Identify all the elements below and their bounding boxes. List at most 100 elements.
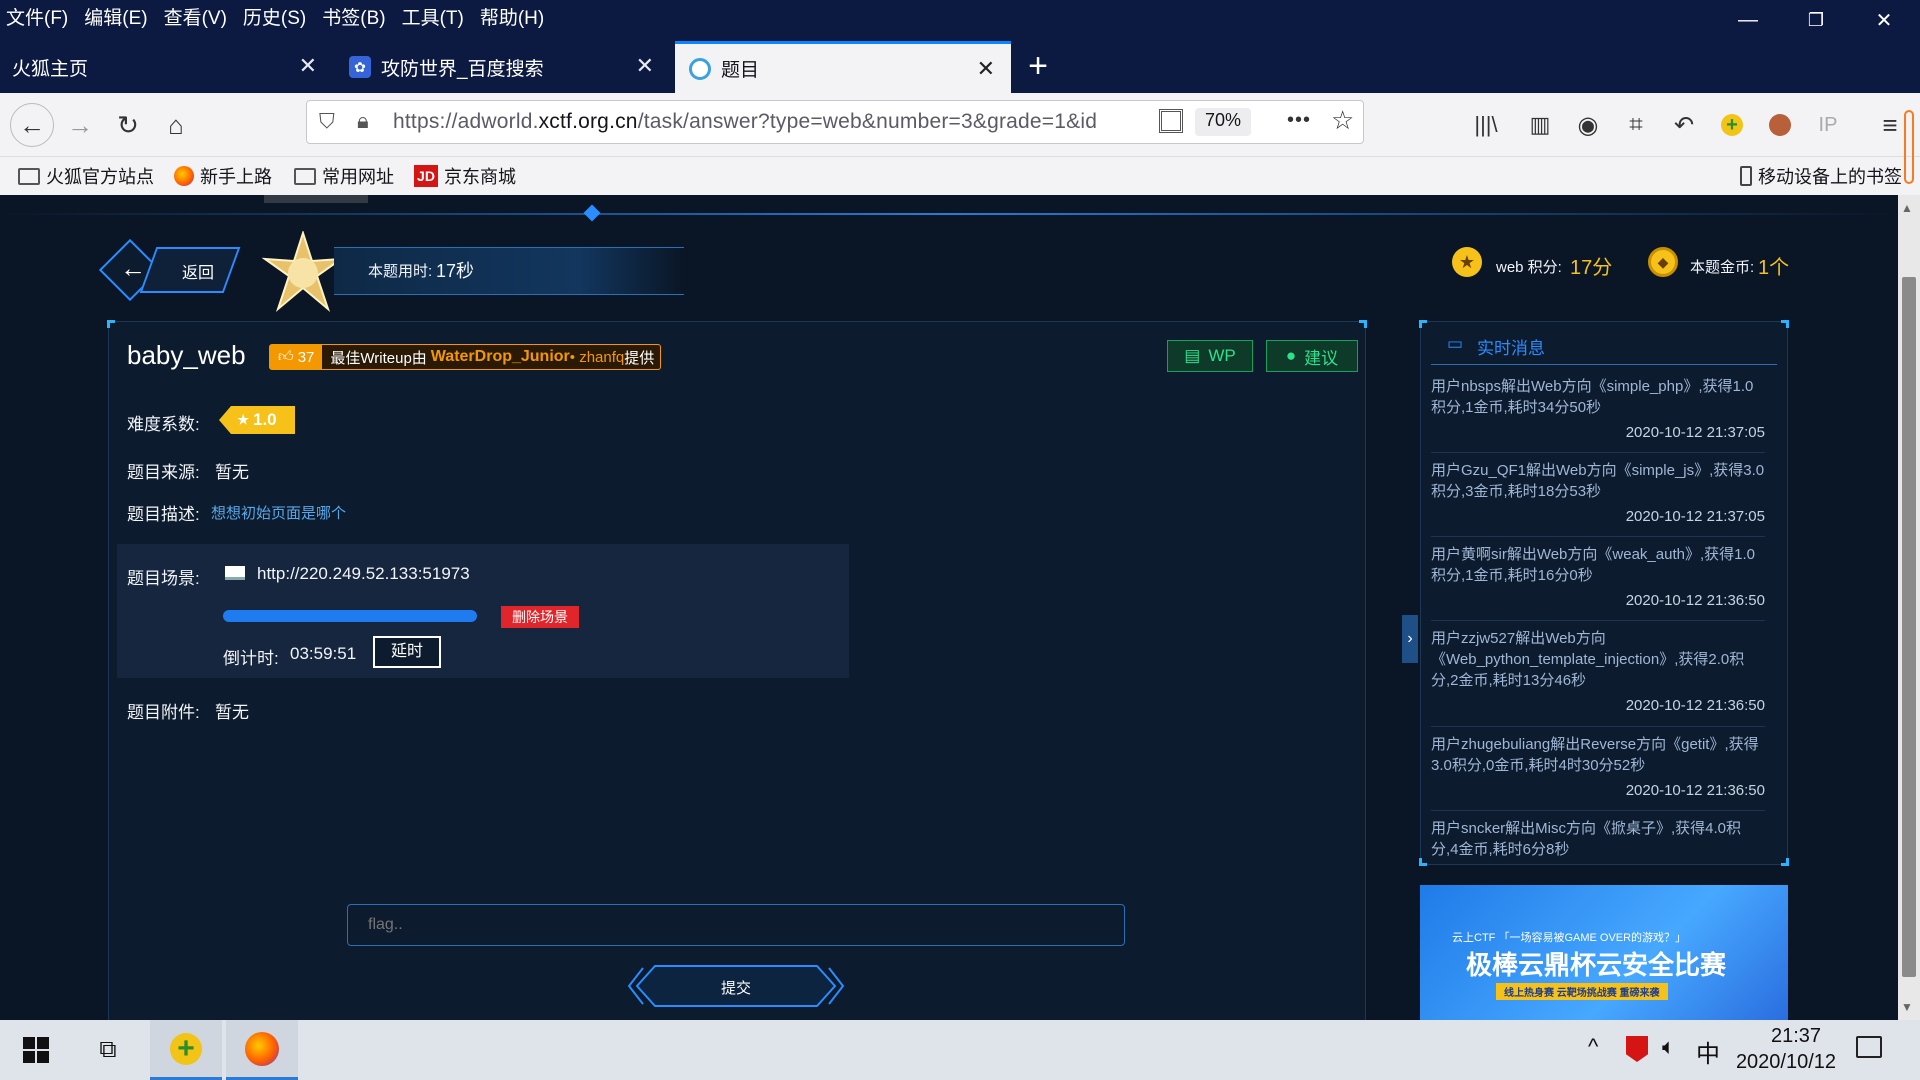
time-used-label: 本题用时: — [368, 263, 433, 280]
wp-button[interactable]: ▤ WP — [1167, 340, 1253, 372]
bookmark-folder-common[interactable]: 常用网址 — [294, 163, 394, 189]
lightbulb-icon: ● — [1285, 346, 1297, 365]
menu-history[interactable]: 历史(S) — [243, 3, 306, 30]
tab-task[interactable]: 题目 ✕ — [675, 41, 1011, 93]
qr-code-icon[interactable] — [1159, 109, 1183, 133]
folder-icon — [294, 167, 316, 185]
bookmark-getting-started[interactable]: 新手上路 — [174, 163, 272, 189]
writeup-author[interactable]: WaterDrop_Junior — [431, 348, 570, 366]
chat-bubble-icon: ▭ — [1447, 334, 1464, 353]
bookmark-label: 常用网址 — [322, 167, 394, 187]
bookmarks-toolbar: 火狐官方站点 新手上路 常用网址 JD 京东商城 移动设备上的书签 — [0, 157, 1920, 195]
menu-edit[interactable]: 编辑(E) — [84, 3, 147, 30]
delay-button[interactable]: 延时 — [373, 636, 441, 668]
submit-button[interactable]: 提交 — [627, 964, 845, 1008]
shield-icon[interactable]: ⛉ — [319, 110, 335, 134]
back-button[interactable]: ← 返回 — [98, 238, 241, 302]
difficulty-value: 1.0 — [253, 410, 277, 429]
scroll-indicator — [1904, 110, 1914, 184]
flag-input[interactable] — [347, 904, 1125, 946]
account-icon[interactable]: ◉ — [1568, 105, 1608, 145]
bookmark-jd[interactable]: JD 京东商城 — [414, 163, 516, 189]
restore-button[interactable]: ❐ — [1784, 0, 1848, 40]
volume-muted-icon[interactable]: 🔈︎ — [1662, 1034, 1675, 1060]
ip-extension-icon[interactable]: IP — [1808, 105, 1848, 145]
best-writeup-badge[interactable]: 👍︎ 37 最佳Writeup由 WaterDrop_Junior • zhan… — [269, 344, 662, 370]
bookmark-star-icon[interactable]: ☆ — [1331, 105, 1354, 136]
bookmark-label: 新手上路 — [200, 167, 272, 187]
message-item: 用户黄啊sir解出Web方向《weak_auth》,获得1.0积分,1金币,耗时… — [1431, 546, 1765, 609]
submit-label: 提交 — [721, 980, 752, 997]
firefox-taskbar-icon[interactable] — [226, 1020, 298, 1080]
scene-label: 题目场景: — [127, 569, 200, 588]
jd-icon: JD — [414, 165, 438, 187]
url-bar[interactable]: ⛉ 🔒︎ https://adworld.xctf.org.cn/task/an… — [306, 100, 1364, 144]
lock-icon[interactable]: 🔒︎ — [357, 108, 369, 134]
award-medal-icon: ★ — [1452, 247, 1482, 277]
back-button-label: 返回 — [182, 265, 215, 282]
wp-label: WP — [1208, 346, 1236, 365]
close-window-button[interactable]: ✕ — [1852, 0, 1916, 40]
delete-scene-button[interactable]: 删除场景 — [501, 606, 579, 628]
thumbs-up-icon: 👍︎ — [278, 348, 294, 365]
close-icon[interactable]: ✕ — [299, 55, 317, 77]
windows-start-icon[interactable] — [0, 1020, 72, 1080]
scene-url[interactable]: http://220.249.52.133:51973 — [257, 564, 470, 584]
security-app-taskbar-icon[interactable]: + — [150, 1020, 222, 1080]
back-arrow-icon[interactable]: ← — [10, 103, 54, 147]
home-icon[interactable]: ⌂ — [156, 105, 196, 145]
cookie-extension-icon[interactable] — [1760, 105, 1800, 145]
chevron-up-icon[interactable]: ^ — [1588, 1034, 1598, 1060]
page-actions-menu-icon[interactable]: ••• — [1287, 109, 1311, 132]
tab-baidu-search[interactable]: ✿ 攻防世界_百度搜索 ✕ — [337, 41, 670, 93]
coins-label: 本题金币: — [1690, 259, 1755, 276]
library-icon[interactable]: |||\ — [1466, 105, 1506, 145]
panel-toggle-icon[interactable]: › — [1402, 615, 1418, 663]
menu-file[interactable]: 文件(F) — [6, 3, 68, 30]
scrollbar-thumb[interactable] — [1902, 277, 1916, 977]
input-method-indicator[interactable]: 中 — [1696, 1034, 1720, 1069]
bookmark-folder-firefox[interactable]: 火狐官方站点 — [18, 163, 154, 189]
ad-banner[interactable]: 云上CTF 「一场容易被GAME OVER的游戏？」 极棒云鼎杯云安全比赛 线上… — [1420, 885, 1788, 1020]
page-scrollbar[interactable]: ▲ ▼ — [1898, 195, 1920, 1020]
menu-bookmarks[interactable]: 书签(B) — [322, 3, 385, 30]
task-view-icon[interactable]: ⧉ — [72, 1020, 144, 1080]
forward-arrow-icon[interactable]: → — [60, 105, 100, 145]
new-tab-button[interactable]: + — [1018, 45, 1058, 89]
banner-title: 极棒云鼎杯云安全比赛 — [1466, 950, 1727, 980]
undo-icon[interactable]: ↶ — [1664, 105, 1704, 145]
menu-help[interactable]: 帮助(H) — [480, 3, 544, 30]
minimize-button[interactable]: — — [1716, 0, 1780, 40]
sidebar-icon[interactable]: ▥ — [1520, 105, 1560, 145]
tab-label: 题目 — [721, 60, 760, 81]
baidu-paw-icon: ✿ — [349, 56, 371, 78]
clock-time[interactable]: 21:37 — [1756, 1025, 1836, 1048]
scene-progress-bar — [223, 610, 477, 622]
clock-date[interactable]: 2020/10/12 — [1726, 1051, 1846, 1074]
likes-count: 37 — [297, 348, 315, 366]
reload-icon[interactable]: ↻ — [108, 105, 148, 145]
bookmark-mobile[interactable]: 移动设备上的书签 — [1740, 163, 1902, 189]
bookmark-label: 京东商城 — [444, 167, 516, 187]
writeup-prefix: 最佳Writeup由 — [330, 349, 427, 367]
extension-plus-icon[interactable]: + — [1712, 105, 1752, 145]
description-value: 想想初始页面是哪个 — [211, 505, 347, 522]
close-icon[interactable]: ✕ — [636, 55, 654, 77]
windows-taskbar: ⧉ + ^ 🔈︎ 中 21:37 2020/10/12 — [0, 1020, 1920, 1080]
menu-view[interactable]: 查看(V) — [164, 3, 227, 30]
menu-tools[interactable]: 工具(T) — [402, 3, 464, 30]
url-text[interactable]: https://adworld.xctf.org.cn/task/answer?… — [393, 110, 1097, 134]
zoom-level-button[interactable]: 70% — [1195, 108, 1252, 136]
tab-bar: 火狐主页 ✕ ✿ 攻防世界_百度搜索 ✕ 题目 ✕ + — [0, 41, 1920, 93]
tab-firefox-home[interactable]: 火狐主页 ✕ — [0, 41, 333, 93]
notification-center-icon[interactable] — [1856, 1036, 1882, 1058]
antivirus-shield-icon[interactable] — [1626, 1036, 1648, 1062]
close-icon[interactable]: ✕ — [977, 58, 995, 80]
suggestion-button[interactable]: ● 建议 — [1266, 340, 1358, 372]
screenshot-icon[interactable]: ⌗ — [1616, 105, 1656, 145]
source-value: 暂无 — [215, 463, 249, 482]
gold-coin-icon: ◆ — [1648, 247, 1678, 277]
message-item: 用户Gzu_QF1解出Web方向《simple_js》,获得3.0积分,3金币,… — [1431, 462, 1765, 525]
message-item: 用户nbsps解出Web方向《simple_php》,获得1.0积分,1金币,耗… — [1431, 378, 1765, 441]
time-used-value: 17秒 — [436, 261, 475, 281]
